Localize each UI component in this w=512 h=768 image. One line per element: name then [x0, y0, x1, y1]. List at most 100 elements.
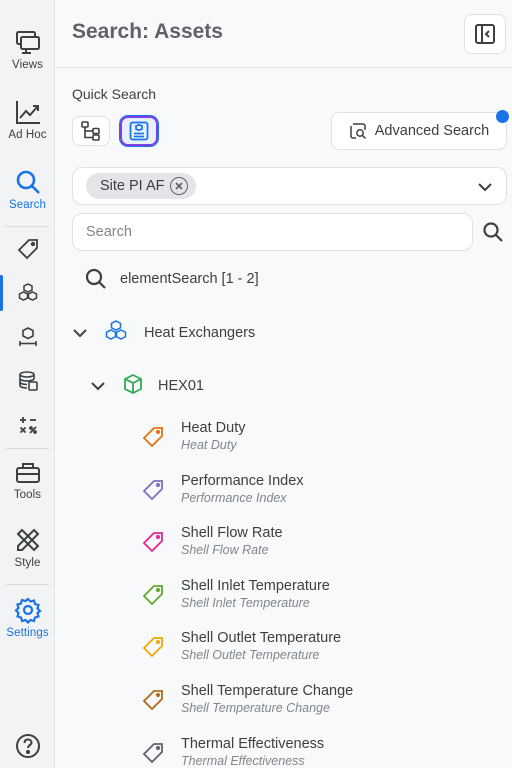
- attribute-description: Shell Temperature Change: [181, 701, 330, 715]
- assets-icon: [18, 283, 37, 301]
- search-icon: [483, 222, 503, 242]
- attribute-description: Thermal Effectiveness: [181, 753, 305, 768]
- rail-tools[interactable]: Tools: [0, 458, 55, 501]
- attribute-description: Shell Inlet Temperature: [181, 595, 310, 610]
- rail-help[interactable]: [0, 733, 55, 759]
- help-icon: [15, 734, 40, 758]
- attribute-description: Shell Outlet Temperature: [181, 648, 320, 663]
- attribute-tag-icon: [142, 479, 164, 501]
- rail-adhoc[interactable]: Ad Hoc: [0, 98, 55, 141]
- attribute-tag-icon: [142, 531, 164, 553]
- rail-sub-event-frames[interactable]: [0, 315, 55, 359]
- nav-rail: Views Ad Hoc Search Tools Style Settings: [0, 0, 55, 768]
- rail-sub-tags[interactable]: [0, 227, 55, 271]
- tree-node-element[interactable]: HEX01: [88, 371, 204, 401]
- hierarchy-icon: [81, 121, 100, 141]
- rail-style[interactable]: Style: [0, 526, 55, 569]
- element-icon: [122, 373, 144, 399]
- quick-search-hierarchy-button[interactable]: [72, 116, 110, 146]
- attribute-name: Performance Index: [181, 472, 304, 489]
- advanced-search-label: Advanced Search: [374, 123, 490, 139]
- attribute-name: Shell Flow Rate: [181, 525, 283, 542]
- attribute-description: Heat Duty: [181, 438, 237, 452]
- notification-dot: [496, 110, 509, 123]
- chevron-down-icon: [478, 183, 492, 192]
- attribute-row[interactable]: Heat Duty Heat Duty: [142, 420, 245, 460]
- panel-header: Search: Assets: [56, 0, 512, 68]
- tag-icon: [17, 239, 38, 260]
- attribute-row[interactable]: Thermal Effectiveness Thermal Effectivene…: [142, 736, 324, 768]
- rail-views[interactable]: Views: [0, 28, 55, 71]
- search-result-label: elementSearch [1 - 2]: [120, 271, 259, 287]
- rail-sub-database[interactable]: [0, 359, 55, 403]
- rail-separator: [6, 448, 49, 449]
- data-source-chip: Site PI AF: [86, 173, 197, 199]
- attribute-tag-icon: [142, 636, 164, 658]
- attribute-row[interactable]: Shell Outlet Temperature Shell Outlet Tem…: [142, 630, 341, 670]
- search-panel: Search: Assets Quick Search Advanced Sea…: [56, 0, 512, 768]
- attribute-row[interactable]: Shell Flow Rate Shell Flow Rate: [142, 525, 283, 565]
- chevron-down-icon[interactable]: [88, 377, 108, 395]
- rail-adhoc-label: Ad Hoc: [8, 129, 47, 141]
- attribute-row[interactable]: Shell Inlet Temperature Shell Inlet Tempe…: [142, 578, 330, 618]
- trend-chart-icon: [15, 101, 40, 124]
- attribute-name: Thermal Effectiveness: [181, 735, 325, 752]
- search-input[interactable]: [72, 213, 473, 251]
- attribute-text: Performance Index Performance Index: [181, 473, 304, 506]
- collapse-panel-button[interactable]: [464, 14, 506, 54]
- attribute-tag-icon: [142, 742, 164, 764]
- attribute-name: Shell Inlet Temperature: [181, 577, 330, 594]
- attribute-text: Shell Flow Rate Shell Flow Rate: [181, 525, 283, 558]
- element-group-icon: [104, 319, 128, 347]
- design-tools-icon: [16, 528, 39, 552]
- chevron-down-icon[interactable]: [70, 324, 90, 342]
- gear-icon: [13, 597, 42, 624]
- attribute-text: Shell Outlet Temperature Shell Outlet Tem…: [181, 630, 341, 663]
- attribute-text: Shell Inlet Temperature Shell Inlet Tempe…: [181, 578, 330, 611]
- quick-search-label: Quick Search: [72, 86, 157, 102]
- rail-search-label: Search: [8, 199, 47, 211]
- attribute-text: Shell Temperature Change Shell Temperatur…: [181, 683, 353, 716]
- attribute-tag-icon: [142, 584, 164, 606]
- tree-node-element-label: HEX01: [158, 378, 204, 394]
- rail-settings-label: Settings: [6, 627, 49, 639]
- search-icon: [85, 268, 106, 289]
- asset-search-icon: [129, 121, 149, 141]
- rail-tools-label: Tools: [13, 489, 42, 501]
- data-source-select[interactable]: Site PI AF: [72, 167, 507, 205]
- attribute-text: Heat Duty Heat Duty: [181, 420, 245, 453]
- rail-sub-assets[interactable]: [0, 271, 55, 315]
- page-title: Search: Assets: [72, 20, 223, 43]
- rail-views-label: Views: [12, 59, 43, 71]
- data-source-chip-label: Site PI AF: [100, 178, 165, 194]
- toolbox-icon: [15, 463, 40, 483]
- advanced-search-button[interactable]: Advanced Search: [331, 112, 507, 150]
- tree-node-group[interactable]: Heat Exchangers: [70, 318, 255, 348]
- collapse-panel-icon: [475, 24, 495, 44]
- rail-style-label: Style: [14, 557, 41, 569]
- rail-sub-calculations[interactable]: [0, 403, 55, 447]
- tree-node-group-label: Heat Exchangers: [144, 325, 256, 341]
- rail-search[interactable]: Search: [0, 168, 55, 211]
- search-submit-button[interactable]: [480, 219, 506, 245]
- rail-settings[interactable]: Settings: [0, 596, 55, 639]
- remove-chip-button[interactable]: [170, 177, 189, 195]
- attribute-name: Shell Temperature Change: [181, 683, 354, 699]
- quick-search-asset-button[interactable]: [119, 115, 159, 147]
- attribute-text: Thermal Effectiveness Thermal Effectivene…: [181, 736, 324, 768]
- close-icon: [175, 182, 184, 190]
- attribute-row[interactable]: Performance Index Performance Index: [142, 473, 304, 513]
- attribute-tag-icon: [142, 426, 164, 448]
- calculation-icon: [19, 417, 37, 434]
- search-icon: [16, 170, 40, 194]
- advanced-search-icon: [350, 123, 366, 140]
- attribute-tag-icon: [142, 689, 164, 711]
- attribute-description: Performance Index: [181, 490, 287, 505]
- search-result-summary[interactable]: elementSearch [1 - 2]: [84, 264, 259, 294]
- attribute-description: Shell Flow Rate: [181, 543, 269, 558]
- event-frames-icon: [18, 327, 37, 346]
- attribute-name: Shell Outlet Temperature: [181, 630, 342, 647]
- attribute-row[interactable]: Shell Temperature Change Shell Temperatur…: [142, 683, 353, 723]
- rail-separator: [6, 584, 49, 585]
- attribute-name: Heat Duty: [181, 420, 246, 436]
